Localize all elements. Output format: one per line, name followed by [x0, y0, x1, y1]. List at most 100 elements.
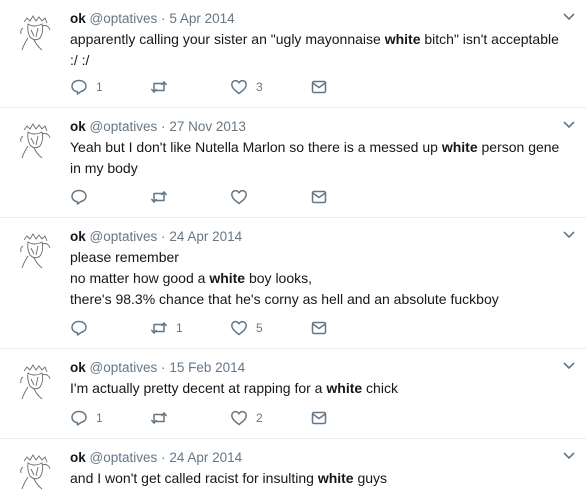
direct-message-button[interactable]: [310, 78, 390, 96]
tweet[interactable]: ok @optatives · 5 Apr 2014 apparently ca…: [0, 0, 586, 108]
like-count: 2: [256, 411, 263, 425]
text-line: please remember: [70, 247, 564, 268]
text-highlight: white: [384, 31, 421, 47]
avatar-sketch-icon: [20, 123, 51, 159]
like-button[interactable]: 5: [230, 319, 310, 337]
tweet-text: Yeah but I don't like Nutella Marlon so …: [70, 137, 574, 179]
envelope-icon: [311, 80, 327, 94]
envelope-icon: [311, 321, 327, 335]
text-highlight: white: [326, 380, 363, 396]
tweet-date[interactable]: 24 Apr 2014: [169, 229, 242, 244]
tweet[interactable]: ok @optatives · 15 Feb 2014 I'm actually…: [0, 349, 586, 439]
reply-button[interactable]: [70, 319, 150, 337]
tweet-text: apparently calling your sister an "ugly …: [70, 29, 574, 71]
text-segment: guys: [353, 470, 388, 486]
avatar-sketch-icon: [20, 364, 51, 400]
tweet[interactable]: ok @optatives · 27 Nov 2013 Yeah but I d…: [0, 108, 586, 218]
chevron-down-icon[interactable]: [562, 361, 576, 371]
text-line: no matter how good a white boy looks,: [70, 268, 564, 289]
chevron-down-icon[interactable]: [562, 230, 576, 240]
retweet-icon: [151, 81, 167, 93]
text-segment: chick: [362, 380, 398, 396]
separator-dot: ·: [161, 229, 166, 244]
text-segment: apparently calling your sister an "ugly …: [70, 31, 385, 47]
author-handle[interactable]: @optatives: [90, 229, 158, 244]
author-handle[interactable]: @optatives: [90, 11, 158, 26]
tweet-date[interactable]: 24 Apr 2014: [169, 450, 242, 465]
tweet-actions: 1 5: [70, 318, 390, 338]
like-count: 3: [256, 80, 263, 94]
tweet-actions: 1 2: [70, 408, 390, 428]
tweet-date[interactable]: 27 Nov 2013: [169, 119, 246, 134]
chevron-down-icon[interactable]: [562, 120, 576, 130]
avatar-sketch-icon: [20, 15, 51, 51]
text-segment: boy looks,: [245, 270, 313, 286]
author-name[interactable]: ok: [70, 11, 86, 26]
author-name[interactable]: ok: [70, 360, 86, 375]
heart-icon: [231, 410, 247, 426]
direct-message-button[interactable]: [310, 319, 390, 337]
heart-icon: [231, 189, 247, 205]
author-handle[interactable]: @optatives: [90, 119, 158, 134]
avatar[interactable]: [14, 10, 58, 54]
text-segment: no matter how good a: [70, 270, 210, 286]
tweet-text: I'm actually pretty decent at rapping fo…: [70, 378, 574, 399]
retweet-button[interactable]: [150, 188, 230, 206]
text-segment: Yeah but I don't like Nutella Marlon so …: [70, 139, 442, 155]
text-segment: there's 98.3% chance that he's corny as …: [70, 291, 499, 307]
retweet-icon: [151, 322, 167, 334]
tweet-text: and I won't get called racist for insult…: [70, 468, 574, 489]
author-name[interactable]: ok: [70, 450, 86, 465]
reply-icon: [71, 320, 87, 336]
like-button[interactable]: [230, 188, 310, 206]
envelope-icon: [311, 411, 327, 425]
tweet-date[interactable]: 15 Feb 2014: [169, 360, 245, 375]
direct-message-button[interactable]: [310, 409, 390, 427]
separator-dot: ·: [161, 360, 166, 375]
tweet-date[interactable]: 5 Apr 2014: [169, 11, 234, 26]
avatar[interactable]: [14, 118, 58, 162]
retweet-button[interactable]: 1: [150, 319, 230, 337]
retweet-button[interactable]: [150, 409, 230, 427]
reply-icon: [71, 410, 87, 426]
reply-count: 1: [96, 80, 103, 94]
separator-dot: ·: [161, 11, 166, 26]
avatar-sketch-icon: [20, 454, 51, 490]
chevron-down-icon[interactable]: [562, 451, 576, 461]
tweet[interactable]: ok @optatives · 24 Apr 2014 and I won't …: [0, 439, 586, 501]
text-highlight: white: [441, 139, 478, 155]
reply-button[interactable]: [70, 188, 150, 206]
author-name[interactable]: ok: [70, 229, 86, 244]
reply-button[interactable]: 1: [70, 409, 150, 427]
avatar-sketch-icon: [20, 233, 51, 269]
avatar[interactable]: [14, 359, 58, 403]
avatar[interactable]: [14, 449, 58, 493]
heart-icon: [231, 79, 247, 95]
avatar[interactable]: [14, 228, 58, 272]
envelope-icon: [311, 190, 327, 204]
text-segment: I'm actually pretty decent at rapping fo…: [70, 380, 327, 396]
separator-dot: ·: [161, 119, 166, 134]
reply-count: 1: [96, 411, 103, 425]
reply-icon: [71, 79, 87, 95]
heart-icon: [231, 320, 247, 336]
retweet-icon: [151, 412, 167, 424]
text-segment: please remember: [70, 249, 179, 265]
retweet-count: 1: [176, 321, 183, 335]
retweet-button[interactable]: [150, 78, 230, 96]
tweet-actions: 1 3: [70, 77, 390, 97]
reply-icon: [71, 189, 87, 205]
like-count: 5: [256, 321, 263, 335]
author-handle[interactable]: @optatives: [90, 450, 158, 465]
tweet-actions: [70, 187, 390, 207]
direct-message-button[interactable]: [310, 188, 390, 206]
tweet[interactable]: ok @optatives · 24 Apr 2014 please remem…: [0, 218, 586, 349]
author-name[interactable]: ok: [70, 119, 86, 134]
text-line: there's 98.3% chance that he's corny as …: [70, 289, 564, 310]
like-button[interactable]: 3: [230, 78, 310, 96]
reply-button[interactable]: 1: [70, 78, 150, 96]
tweet-text: please remember no matter how good a whi…: [70, 247, 574, 310]
author-handle[interactable]: @optatives: [90, 360, 158, 375]
chevron-down-icon[interactable]: [562, 12, 576, 22]
like-button[interactable]: 2: [230, 409, 310, 427]
